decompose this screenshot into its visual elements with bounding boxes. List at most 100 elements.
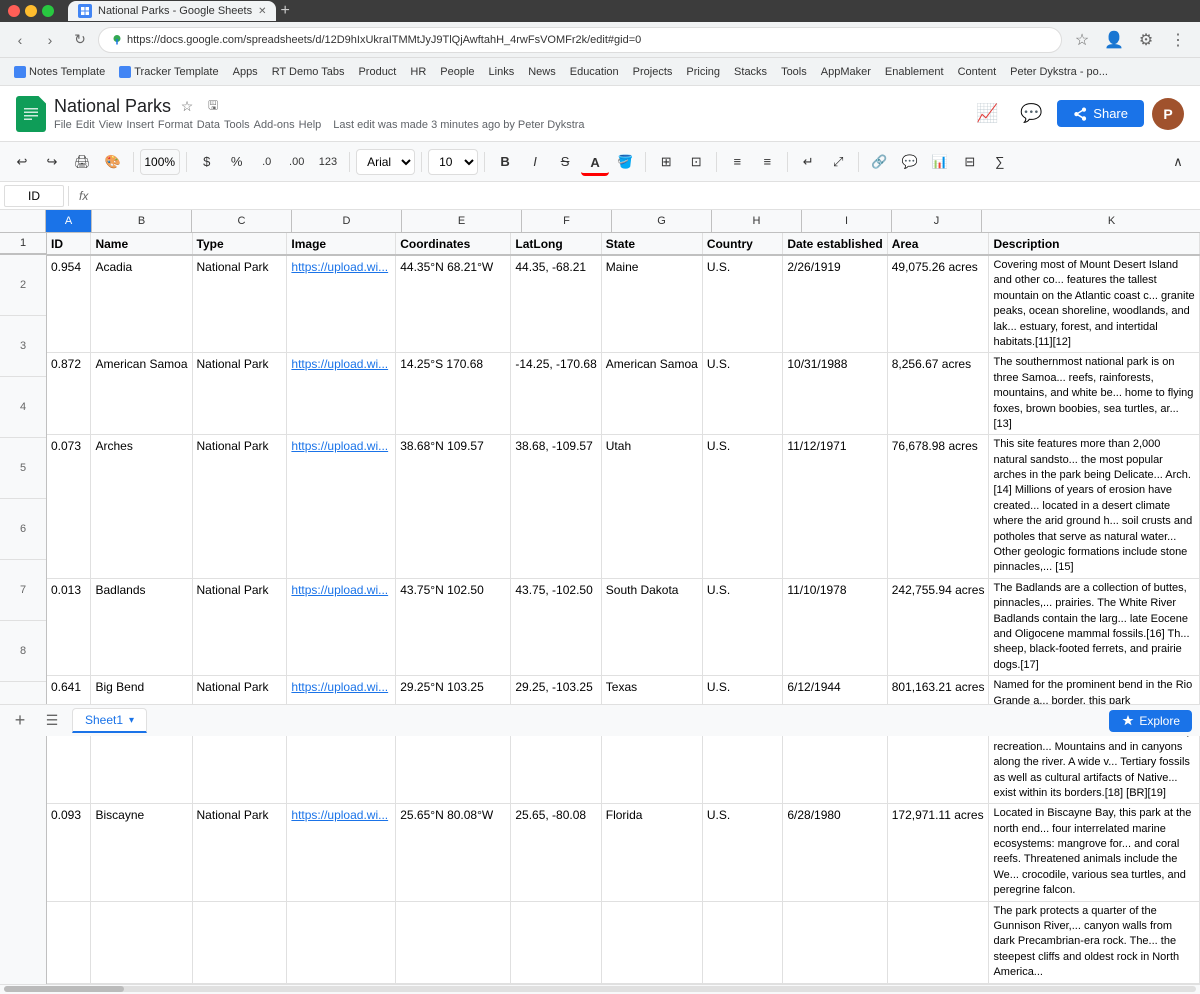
- cell-r3-latlng[interactable]: -14.25, -170.68: [511, 353, 601, 435]
- col-header-B[interactable]: B: [92, 210, 192, 232]
- bookmark-people[interactable]: People: [434, 64, 480, 80]
- cell-r2-latlng[interactable]: 44.35, -68.21: [511, 255, 601, 353]
- cell-r5-area[interactable]: 242,755.94 acres: [887, 578, 989, 675]
- print-button[interactable]: 🖨: [68, 148, 97, 176]
- col-header-H[interactable]: H: [712, 210, 802, 232]
- cell-r6-area[interactable]: 801,163.21 acres: [887, 676, 989, 804]
- header-cell-type[interactable]: Type: [192, 233, 287, 255]
- cell-r2-state[interactable]: Maine: [601, 255, 702, 353]
- cell-r2-area[interactable]: 49,075.26 acres: [887, 255, 989, 353]
- cell-r3-state[interactable]: American Samoa: [601, 353, 702, 435]
- new-tab-button[interactable]: +: [280, 2, 289, 20]
- cell-r6-latlng[interactable]: 29.25, -103.25: [511, 676, 601, 804]
- add-to-drive-button[interactable]: 🖫: [203, 97, 223, 117]
- insert-link-button[interactable]: 🔗: [865, 148, 893, 176]
- row-header-1[interactable]: 1: [0, 233, 46, 255]
- cell-r8-area[interactable]: [887, 901, 989, 983]
- row-header-4[interactable]: 4: [0, 377, 46, 438]
- bookmark-content[interactable]: Content: [952, 64, 1003, 80]
- cell-r7-coords[interactable]: 25.65°N 80.08°W: [396, 804, 511, 901]
- cell-r2-desc[interactable]: Covering most of Mount Desert Island and…: [989, 255, 1200, 353]
- cell-r2-date[interactable]: 2/26/1919: [783, 255, 887, 353]
- col-header-K[interactable]: K: [982, 210, 1200, 232]
- bookmark-hr[interactable]: HR: [404, 64, 432, 80]
- sheet-tab-dropdown[interactable]: ▾: [129, 715, 134, 726]
- cell-r7-id[interactable]: 0.093: [47, 804, 91, 901]
- cell-r2-image[interactable]: https://upload.wi...: [287, 255, 396, 353]
- cell-r7-image[interactable]: https://upload.wi...: [287, 804, 396, 901]
- bookmarks-button[interactable]: ☆: [1068, 26, 1096, 54]
- cell-r4-coords[interactable]: 38.68°N 109.57: [396, 435, 511, 579]
- cell-r6-type[interactable]: National Park: [192, 676, 287, 804]
- cell-r8-name[interactable]: [91, 901, 192, 983]
- cell-r6-id[interactable]: 0.641: [47, 676, 91, 804]
- bookmark-appmaker[interactable]: AppMaker: [815, 64, 877, 80]
- horizontal-scrollbar[interactable]: [0, 984, 1200, 994]
- col-header-A[interactable]: A: [46, 210, 92, 232]
- insert-comment-button[interactable]: 💬: [895, 148, 923, 176]
- cell-r6-name[interactable]: Big Bend: [91, 676, 192, 804]
- percent-button[interactable]: %: [223, 148, 251, 176]
- bookmark-apps[interactable]: Apps: [227, 64, 264, 80]
- col-header-G[interactable]: G: [612, 210, 712, 232]
- comment-button[interactable]: 💬: [1013, 96, 1049, 132]
- text-color-button[interactable]: A: [581, 148, 609, 176]
- undo-button[interactable]: ↩: [8, 148, 36, 176]
- col-header-I[interactable]: I: [802, 210, 892, 232]
- cell-r3-country[interactable]: U.S.: [702, 353, 783, 435]
- bookmark-enablement[interactable]: Enablement: [879, 64, 950, 80]
- cell-r4-area[interactable]: 76,678.98 acres: [887, 435, 989, 579]
- bookmark-projects[interactable]: Projects: [627, 64, 679, 80]
- row-header-7[interactable]: 7: [0, 560, 46, 621]
- star-button[interactable]: ☆: [177, 97, 197, 117]
- cell-r3-coords[interactable]: 14.25°S 170.68: [396, 353, 511, 435]
- bookmark-peter[interactable]: Peter Dykstra - po...: [1004, 64, 1114, 80]
- cell-r4-type[interactable]: National Park: [192, 435, 287, 579]
- cell-r4-date[interactable]: 11/12/1971: [783, 435, 887, 579]
- browser-tab[interactable]: National Parks - Google Sheets ✕: [68, 1, 276, 21]
- header-cell-id[interactable]: ID: [47, 233, 91, 255]
- row-header-5[interactable]: 5: [0, 438, 46, 499]
- edit-menu[interactable]: Edit: [76, 119, 95, 131]
- cell-r3-date[interactable]: 10/31/1988: [783, 353, 887, 435]
- filter-button[interactable]: ⊟: [956, 148, 984, 176]
- redo-button[interactable]: ↪: [38, 148, 66, 176]
- cell-r8-latlng[interactable]: [511, 901, 601, 983]
- wrap-text-button[interactable]: ↵: [794, 148, 822, 176]
- zoom-selector[interactable]: 100%: [140, 149, 180, 175]
- row-header-6[interactable]: 6: [0, 499, 46, 560]
- sheet-tab-sheet1[interactable]: Sheet1 ▾: [72, 708, 147, 733]
- explore-button[interactable]: Explore: [1109, 710, 1192, 732]
- row-header-3[interactable]: 3: [0, 316, 46, 377]
- cell-r4-country[interactable]: U.S.: [702, 435, 783, 579]
- align-center-button[interactable]: ≡: [753, 148, 781, 176]
- cell-r3-desc[interactable]: The southernmost national park is on thr…: [989, 353, 1200, 435]
- cell-r2-id[interactable]: 0.954: [47, 255, 91, 353]
- insert-menu[interactable]: Insert: [126, 119, 154, 131]
- data-menu[interactable]: Data: [197, 119, 220, 131]
- collapse-toolbar-button[interactable]: ∧: [1164, 148, 1192, 176]
- cell-r2-country[interactable]: U.S.: [702, 255, 783, 353]
- cell-r4-latlng[interactable]: 38.68, -109.57: [511, 435, 601, 579]
- cell-r7-latlng[interactable]: 25.65, -80.08: [511, 804, 601, 901]
- cell-r8-image[interactable]: [287, 901, 396, 983]
- cell-r7-type[interactable]: National Park: [192, 804, 287, 901]
- header-cell-date[interactable]: Date established: [783, 233, 887, 255]
- cell-r7-area[interactable]: 172,971.11 acres: [887, 804, 989, 901]
- italic-button[interactable]: I: [521, 148, 549, 176]
- cell-r5-desc[interactable]: The Badlands are a collection of buttes,…: [989, 578, 1200, 675]
- file-menu[interactable]: File: [54, 119, 72, 131]
- tools-menu[interactable]: Tools: [224, 119, 250, 131]
- font-family-selector[interactable]: Arial: [356, 149, 415, 175]
- decimal-decrease-button[interactable]: .0: [253, 148, 281, 176]
- merge-cells-button[interactable]: ⊡: [682, 148, 710, 176]
- cell-r5-name[interactable]: Badlands: [91, 578, 192, 675]
- cell-r3-area[interactable]: 8,256.67 acres: [887, 353, 989, 435]
- font-size-selector[interactable]: 10: [428, 149, 478, 175]
- insert-chart-button[interactable]: 📊: [926, 148, 954, 176]
- formula-input[interactable]: [98, 185, 1196, 207]
- paint-format-button[interactable]: 🎨: [99, 148, 127, 176]
- cell-r3-id[interactable]: 0.872: [47, 353, 91, 435]
- header-cell-description[interactable]: Description: [989, 233, 1200, 255]
- cell-r6-state[interactable]: Texas: [601, 676, 702, 804]
